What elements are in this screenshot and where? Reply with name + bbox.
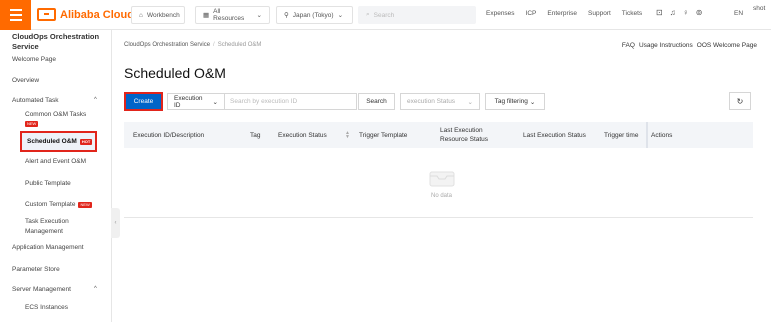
filter-type-label: Execution ID xyxy=(174,94,203,109)
column-divider xyxy=(646,122,648,148)
column-header-trigger-template: Trigger Template xyxy=(359,132,408,139)
tickets-link[interactable]: Tickets xyxy=(622,10,642,17)
sidebar-item-alert-event[interactable]: Alert and Event O&M xyxy=(25,158,86,165)
alibaba-cloud-logo-icon xyxy=(37,8,56,21)
chevron-up-icon[interactable]: ^ xyxy=(94,97,97,103)
top-icons: ⊡ ♫ ♀ ⊚ xyxy=(656,8,702,17)
column-header-last-resource-status: Last Execution Resource Status xyxy=(440,127,489,143)
collapse-sidebar-handle[interactable]: ‹ xyxy=(111,208,120,238)
chevron-down-icon: ⌄ xyxy=(529,98,536,106)
chevron-up-icon[interactable]: ^ xyxy=(94,286,97,292)
expenses-link[interactable]: Expenses xyxy=(486,10,515,17)
filter-type-select[interactable]: Execution ID ⌄ xyxy=(167,93,225,110)
chevron-down-icon: ⌄ xyxy=(467,98,473,106)
grid-icon: ▦ xyxy=(203,12,210,19)
column-header-status: Execution Status xyxy=(278,132,327,139)
sidebar-item-public-template[interactable]: Public Template xyxy=(25,180,71,187)
workbench-button[interactable]: ⌂ Workbench xyxy=(131,6,185,24)
sidebar-item-application-management[interactable]: Application Management xyxy=(12,244,84,251)
sidebar-item-custom-template[interactable]: Custom Template NEW xyxy=(25,201,92,208)
all-resources-label: All Resources xyxy=(213,8,245,22)
breadcrumb-separator: / xyxy=(213,42,215,48)
page-title: Scheduled O&M xyxy=(124,65,226,81)
enterprise-link[interactable]: Enterprise xyxy=(547,10,577,17)
chevron-down-icon: ⌄ xyxy=(337,12,344,19)
workbench-label: Workbench xyxy=(146,11,180,19)
icp-link[interactable]: ICP xyxy=(526,10,537,17)
sidebar-group-server-management[interactable]: Server Management xyxy=(12,286,71,293)
status-placeholder: execution Status xyxy=(407,98,456,105)
table-divider xyxy=(124,217,753,218)
header-links: FAQ Usage Instructions OOS Welcome Page xyxy=(622,42,757,49)
breadcrumb-root[interactable]: CloudOps Orchestration Service xyxy=(124,42,210,48)
column-header-last-status: Last Execution Status xyxy=(523,132,586,139)
terminal-icon[interactable]: ⊡ xyxy=(656,8,663,17)
new-badge: NEW xyxy=(25,121,39,127)
lightbulb-icon[interactable]: ♀ xyxy=(683,8,689,17)
breadcrumb-current: Scheduled O&M xyxy=(217,42,262,48)
home-icon: ⌂ xyxy=(139,11,143,19)
bell-icon[interactable]: ♫ xyxy=(670,8,676,17)
user-account[interactable]: shot xyxy=(753,5,765,12)
search-placeholder: Search xyxy=(373,11,395,19)
refresh-icon[interactable]: ↻ xyxy=(729,92,751,110)
region-label: Japan (Tokyo) xyxy=(292,11,334,19)
tag-filtering-label: Tag filtering xyxy=(494,98,528,105)
sort-icon[interactable]: ▲ ▼ xyxy=(345,131,350,140)
region-dropdown[interactable]: ⚲ Japan (Tokyo) ⌄ xyxy=(276,6,353,24)
sidebar-item-task-execution[interactable]: Task Execution Management xyxy=(25,217,105,237)
sidebar-item-parameter-store[interactable]: Parameter Store xyxy=(12,266,60,273)
location-icon: ⚲ xyxy=(284,12,289,19)
hot-badge: HOT xyxy=(79,138,93,145)
logo-text: Alibaba Cloud xyxy=(60,8,134,21)
chevron-down-icon: ⌄ xyxy=(212,98,218,106)
support-link[interactable]: Support xyxy=(588,10,611,17)
column-header-tag: Tag xyxy=(250,132,261,139)
help-icon[interactable]: ⊚ xyxy=(696,8,703,17)
sidebar: CloudOps Orchestration Service Welcome P… xyxy=(0,30,112,322)
empty-box-icon xyxy=(429,171,455,187)
column-header-id: Execution ID/Description xyxy=(133,132,205,139)
sidebar-item-common-tasks[interactable]: Common O&M Tasks xyxy=(25,111,86,118)
create-button[interactable]: Create xyxy=(124,92,163,111)
sidebar-item-ecs-instances[interactable]: ECS Instances xyxy=(25,304,68,311)
tag-filtering-button[interactable]: Tag filtering ⌄ xyxy=(485,93,545,110)
sidebar-item-welcome[interactable]: Welcome Page xyxy=(12,56,56,63)
breadcrumb: CloudOps Orchestration Service / Scheduled… xyxy=(124,42,261,48)
all-resources-dropdown[interactable]: ▦ All Resources ⌄ xyxy=(195,6,270,24)
global-search-input[interactable]: ⌕ Search xyxy=(358,6,476,24)
new-badge: NEW xyxy=(78,201,92,208)
language-selector[interactable]: EN xyxy=(734,10,743,17)
sidebar-item-label: Custom Template xyxy=(25,201,76,208)
sidebar-item-scheduled-om[interactable]: Scheduled O&M HOT xyxy=(20,131,97,152)
faq-link[interactable]: FAQ xyxy=(622,42,635,49)
execution-status-select[interactable]: execution Status ⌄ xyxy=(400,93,480,110)
search-icon: ⌕ xyxy=(366,11,370,18)
column-header-actions: Actions xyxy=(651,132,673,139)
usage-instructions-link[interactable]: Usage Instructions xyxy=(639,42,693,49)
alibaba-cloud-logo[interactable]: Alibaba Cloud xyxy=(37,8,134,21)
sidebar-item-label: Scheduled O&M xyxy=(27,138,77,145)
oos-welcome-link[interactable]: OOS Welcome Page xyxy=(697,42,757,49)
execution-id-search-input[interactable]: Search by execution ID xyxy=(225,93,357,110)
menu-icon[interactable] xyxy=(0,0,31,30)
top-links: Expenses ICP Enterprise Support Tickets xyxy=(486,10,642,17)
column-header-trigger-time: Trigger time xyxy=(604,132,639,139)
top-navigation-bar: Alibaba Cloud ⌂ Workbench ▦ All Resource… xyxy=(0,0,771,30)
chevron-down-icon: ⌄ xyxy=(256,12,262,19)
sidebar-title: CloudOps Orchestration Service xyxy=(12,32,100,51)
sidebar-item-overview[interactable]: Overview xyxy=(12,77,39,84)
empty-state-text: No data xyxy=(431,193,453,199)
table-header: Execution ID/Description Tag Execution S… xyxy=(124,122,753,148)
search-button[interactable]: Search xyxy=(358,93,395,110)
sidebar-group-automated-task[interactable]: Automated Task xyxy=(12,97,59,104)
